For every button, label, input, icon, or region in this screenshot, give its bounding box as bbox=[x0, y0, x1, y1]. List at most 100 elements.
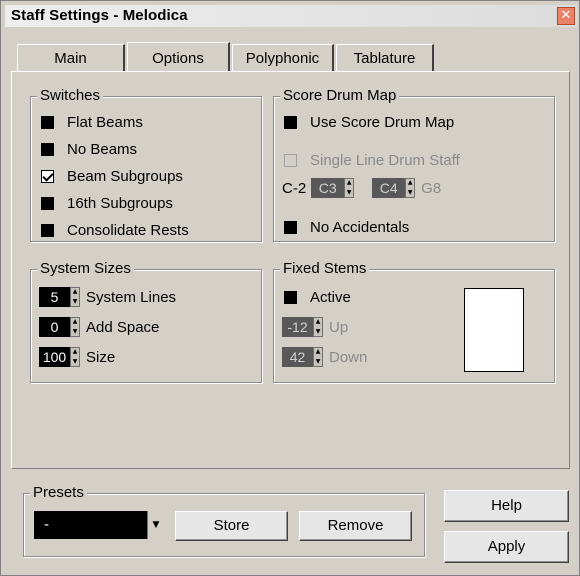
tab-tablature[interactable]: Tablature bbox=[336, 44, 434, 72]
options-panel: Switches Flat Beams No Beams Beam Subgro… bbox=[11, 71, 570, 469]
flat-beams-checkbox[interactable]: Flat Beams bbox=[41, 111, 143, 133]
title-bar[interactable]: Staff Settings - Melodica ✕ bbox=[5, 5, 577, 27]
range-from-stepper[interactable]: C3 ▲ ▼ bbox=[311, 178, 355, 198]
fixed-stems-group: Fixed Stems Active -12 ▲ ▼ Up 42 ▲ ▼ Dow… bbox=[273, 260, 555, 383]
arrow-up-icon[interactable]: ▲ bbox=[73, 318, 78, 326]
range-from-arrows[interactable]: ▲ ▼ bbox=[344, 178, 355, 198]
consolidate-rests-check[interactable] bbox=[41, 223, 54, 237]
tab-options[interactable]: Options bbox=[127, 42, 230, 72]
switches-group-title: Switches bbox=[37, 87, 104, 104]
add-space-label: Add Space bbox=[86, 318, 160, 336]
no-beams-label: No Beams bbox=[67, 140, 138, 158]
consolidate-rests-checkbox[interactable]: Consolidate Rests bbox=[41, 219, 189, 241]
up-arrows[interactable]: ▲ ▼ bbox=[313, 317, 323, 337]
preset-select[interactable]: - ▼ bbox=[34, 511, 164, 539]
system-lines-stepper[interactable]: 5 ▲ ▼ bbox=[39, 287, 80, 307]
add-space-value[interactable]: 0 bbox=[39, 317, 70, 337]
add-space-row: 0 ▲ ▼ Add Space bbox=[39, 316, 159, 338]
up-stepper[interactable]: -12 ▲ ▼ bbox=[282, 317, 323, 337]
arrow-up-icon[interactable]: ▲ bbox=[316, 348, 321, 356]
use-score-drum-map-checkbox[interactable]: Use Score Drum Map bbox=[284, 111, 454, 133]
close-icon[interactable]: ✕ bbox=[557, 7, 575, 25]
active-check[interactable] bbox=[284, 290, 297, 304]
single-line-drum-staff-checkbox: Single Line Drum Staff bbox=[284, 149, 460, 171]
down-value[interactable]: 42 bbox=[282, 347, 313, 367]
system-sizes-group: System Sizes 5 ▲ ▼ System Lines 0 ▲ ▼ Ad… bbox=[30, 260, 262, 383]
down-arrows[interactable]: ▲ ▼ bbox=[313, 347, 323, 367]
chevron-down-icon[interactable]: ▼ bbox=[147, 511, 164, 539]
down-row: 42 ▲ ▼ Down bbox=[282, 346, 367, 368]
no-beams-checkbox[interactable]: No Beams bbox=[41, 138, 137, 160]
range-to-stepper[interactable]: C4 ▲ ▼ bbox=[372, 178, 416, 198]
arrow-down-icon[interactable]: ▼ bbox=[408, 189, 413, 197]
arrow-down-icon[interactable]: ▼ bbox=[73, 358, 78, 366]
range-high-label: G8 bbox=[421, 179, 442, 197]
beam-subgroups-label: Beam Subgroups bbox=[67, 167, 183, 185]
size-arrows[interactable]: ▲ ▼ bbox=[70, 347, 80, 367]
window-title: Staff Settings - Melodica bbox=[11, 7, 188, 24]
size-label: Size bbox=[86, 348, 116, 366]
stem-preview-box bbox=[464, 288, 524, 372]
active-checkbox[interactable]: Active bbox=[284, 286, 351, 308]
system-lines-label: System Lines bbox=[86, 288, 177, 306]
arrow-down-icon[interactable]: ▼ bbox=[73, 298, 78, 306]
range-from-value[interactable]: C3 bbox=[311, 178, 345, 198]
system-lines-arrows[interactable]: ▲ ▼ bbox=[70, 287, 80, 307]
presets-title: Presets bbox=[30, 484, 87, 501]
beam-subgroups-checkbox[interactable]: Beam Subgroups bbox=[41, 165, 183, 187]
score-drum-map-title: Score Drum Map bbox=[280, 87, 400, 104]
flat-beams-check[interactable] bbox=[41, 115, 54, 129]
no-accidentals-label: No Accidentals bbox=[310, 218, 410, 236]
beam-subgroups-check[interactable] bbox=[41, 169, 54, 183]
system-sizes-title: System Sizes bbox=[37, 260, 134, 277]
up-label: Up bbox=[329, 318, 349, 336]
up-value[interactable]: -12 bbox=[282, 317, 313, 337]
switches-group: Switches Flat Beams No Beams Beam Subgro… bbox=[30, 87, 262, 242]
arrow-up-icon[interactable]: ▲ bbox=[347, 179, 352, 187]
consolidate-rests-label: Consolidate Rests bbox=[67, 221, 189, 239]
single-line-drum-staff-check bbox=[284, 153, 297, 167]
use-score-drum-map-check[interactable] bbox=[284, 115, 297, 129]
flat-beams-label: Flat Beams bbox=[67, 113, 143, 131]
fixed-stems-title: Fixed Stems bbox=[280, 260, 370, 277]
drum-range-row: C-2 C3 ▲ ▼ C4 ▲ ▼ G8 bbox=[282, 177, 441, 199]
store-button[interactable]: Store bbox=[175, 511, 288, 541]
arrow-up-icon[interactable]: ▲ bbox=[408, 179, 413, 187]
size-value[interactable]: 100 bbox=[39, 347, 70, 367]
help-button[interactable]: Help bbox=[444, 490, 569, 522]
no-beams-check[interactable] bbox=[41, 142, 54, 156]
arrow-up-icon[interactable]: ▲ bbox=[316, 318, 321, 326]
range-to-value[interactable]: C4 bbox=[372, 178, 406, 198]
score-drum-map-group: Score Drum Map Use Score Drum Map Single… bbox=[273, 87, 555, 242]
system-lines-value[interactable]: 5 bbox=[39, 287, 70, 307]
arrow-down-icon[interactable]: ▼ bbox=[347, 189, 352, 197]
add-space-stepper[interactable]: 0 ▲ ▼ bbox=[39, 317, 80, 337]
single-line-drum-staff-label: Single Line Drum Staff bbox=[310, 151, 460, 169]
16th-subgroups-check[interactable] bbox=[41, 196, 54, 210]
arrow-up-icon[interactable]: ▲ bbox=[73, 348, 78, 356]
down-label: Down bbox=[329, 348, 368, 366]
arrow-down-icon[interactable]: ▼ bbox=[316, 358, 321, 366]
range-to-arrows[interactable]: ▲ ▼ bbox=[405, 178, 416, 198]
preset-selected-value: - bbox=[44, 516, 49, 533]
down-stepper[interactable]: 42 ▲ ▼ bbox=[282, 347, 323, 367]
staff-settings-window: Staff Settings - Melodica ✕ Main Options… bbox=[0, 0, 580, 576]
apply-button[interactable]: Apply bbox=[444, 531, 569, 563]
no-accidentals-checkbox[interactable]: No Accidentals bbox=[284, 216, 409, 238]
size-stepper[interactable]: 100 ▲ ▼ bbox=[39, 347, 80, 367]
add-space-arrows[interactable]: ▲ ▼ bbox=[70, 317, 80, 337]
16th-subgroups-label: 16th Subgroups bbox=[67, 194, 173, 212]
no-accidentals-check[interactable] bbox=[284, 220, 297, 234]
arrow-up-icon[interactable]: ▲ bbox=[73, 288, 78, 296]
remove-button[interactable]: Remove bbox=[299, 511, 412, 541]
system-lines-row: 5 ▲ ▼ System Lines bbox=[39, 286, 176, 308]
up-row: -12 ▲ ▼ Up bbox=[282, 316, 348, 338]
tab-polyphonic[interactable]: Polyphonic bbox=[232, 44, 334, 72]
tab-main[interactable]: Main bbox=[17, 44, 125, 72]
arrow-down-icon[interactable]: ▼ bbox=[316, 328, 321, 336]
16th-subgroups-checkbox[interactable]: 16th Subgroups bbox=[41, 192, 173, 214]
range-low-label: C-2 bbox=[282, 179, 307, 197]
active-label: Active bbox=[310, 288, 351, 306]
arrow-down-icon[interactable]: ▼ bbox=[73, 328, 78, 336]
use-score-drum-map-label: Use Score Drum Map bbox=[310, 113, 455, 131]
